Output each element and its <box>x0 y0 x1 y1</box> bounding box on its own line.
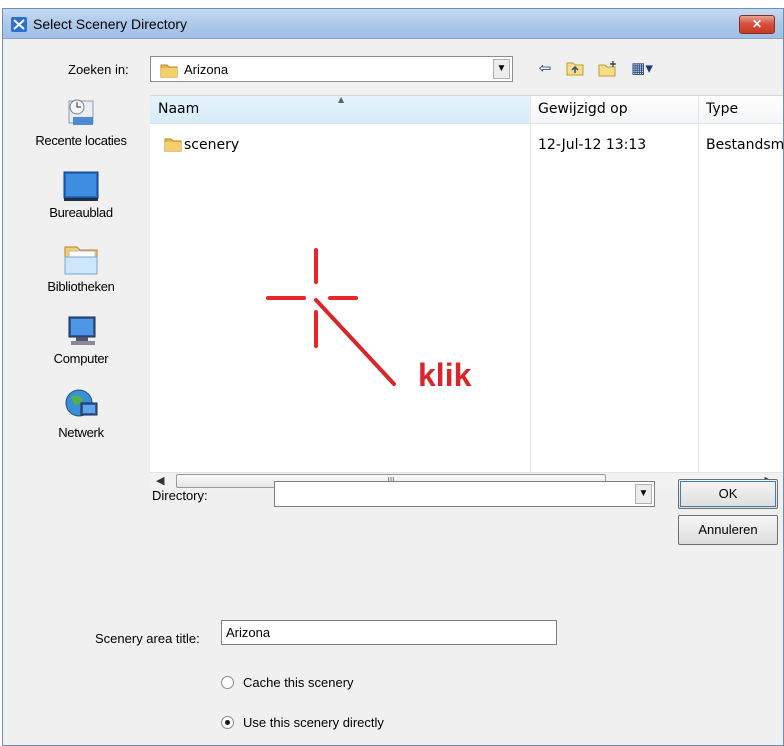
folder-icon <box>160 64 178 78</box>
cancel-button[interactable]: Annuleren <box>678 515 778 545</box>
lookin-label: Zoeken in: <box>68 62 129 77</box>
close-button[interactable]: ✕ <box>739 15 775 34</box>
column-header-type[interactable]: Type <box>698 96 783 124</box>
folder-icon <box>164 138 182 152</box>
directory-input[interactable]: ▼ <box>274 481 655 507</box>
title-bar[interactable]: Select Scenery Directory ✕ <box>3 9 783 39</box>
new-folder-icon[interactable] <box>597 60 619 78</box>
column-header-modified[interactable]: Gewijzigd op <box>530 96 698 124</box>
place-computer[interactable]: Computer <box>11 313 151 383</box>
computer-icon <box>68 316 96 345</box>
view-menu-icon[interactable]: ▦▾ <box>627 60 657 78</box>
column-header-name[interactable]: Naam ▲ <box>150 96 530 124</box>
direct-label: Use this scenery directly <box>243 715 384 730</box>
recent-locations-icon <box>68 99 94 125</box>
directory-label: Directory: <box>152 488 208 503</box>
chevron-down-icon[interactable]: ▼ <box>635 484 652 504</box>
file-type: Bestandsm <box>706 137 783 153</box>
cache-label: Cache this scenery <box>243 675 354 690</box>
file-list[interactable]: Naam ▲ Gewijzigd op Type scenery 12-Jul-… <box>150 95 783 487</box>
lookin-dropdown[interactable]: Arizona ▼ <box>150 56 513 82</box>
network-icon <box>65 389 98 417</box>
place-label: Netwerk <box>58 425 104 440</box>
scenery-title-input[interactable]: Arizona <box>221 620 557 645</box>
direct-radio[interactable] <box>221 716 234 729</box>
desktop-icon <box>63 171 99 201</box>
click-hint-text: klik <box>418 357 472 393</box>
place-recent[interactable]: Recente locaties <box>11 95 151 165</box>
place-label: Recente locaties <box>35 133 127 148</box>
places-bar: Recente locaties Bureaublad Bibliotheken <box>11 95 151 475</box>
place-network[interactable]: Netwerk <box>11 387 151 457</box>
place-libraries[interactable]: Bibliotheken <box>11 241 151 311</box>
scroll-left-icon[interactable]: ◀ <box>156 474 164 487</box>
place-label: Computer <box>53 351 109 366</box>
libraries-icon <box>64 246 98 275</box>
lookin-value: Arizona <box>184 62 229 77</box>
file-row[interactable]: scenery 12-Jul-12 13:13 Bestandsm <box>150 134 783 156</box>
back-icon[interactable]: ⇦ <box>535 60 555 78</box>
ok-button[interactable]: OK <box>678 479 778 509</box>
place-label: Bibliotheken <box>47 279 115 294</box>
cache-radio[interactable] <box>221 676 234 689</box>
app-icon <box>11 17 27 32</box>
dialog-window: Select Scenery Directory ✕ Zoeken in: Ar… <box>2 8 784 746</box>
place-label: Bureaublad <box>49 205 113 220</box>
file-name: scenery <box>184 137 240 153</box>
place-desktop[interactable]: Bureaublad <box>11 167 151 237</box>
chevron-down-icon[interactable]: ▼ <box>493 59 510 79</box>
up-folder-icon[interactable] <box>565 60 585 78</box>
scenery-title-label: Scenery area title: <box>95 631 200 646</box>
sort-ascending-icon: ▲ <box>338 95 345 104</box>
file-modified: 12-Jul-12 13:13 <box>538 137 647 153</box>
window-title: Select Scenery Directory <box>33 16 188 32</box>
